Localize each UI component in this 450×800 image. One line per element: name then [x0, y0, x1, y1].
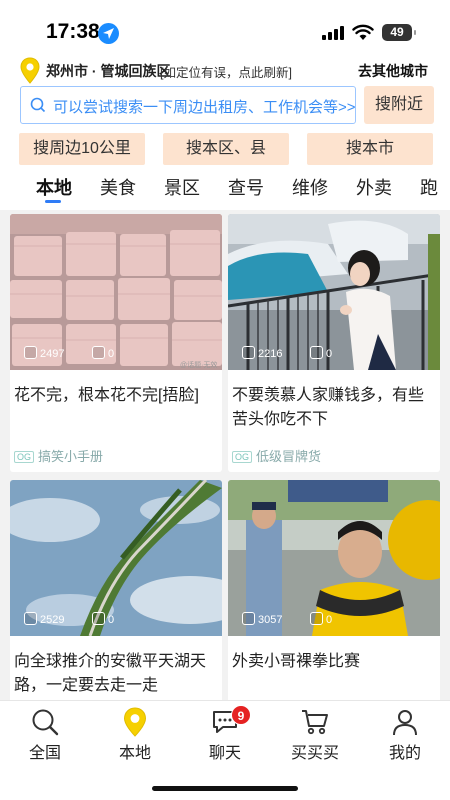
current-city[interactable]: 郑州市 · 管城回族区	[46, 61, 170, 81]
comment-count-value: 0	[326, 348, 333, 360]
search-district-button[interactable]: 搜本区、县	[163, 133, 289, 165]
hand-tap-icon	[24, 612, 37, 625]
tab-lookup[interactable]: 查号	[228, 174, 264, 200]
source-name: 低级冒牌货	[256, 449, 322, 464]
battery-icon: 49	[382, 24, 416, 41]
tab-errand[interactable]: 跑	[420, 174, 438, 200]
shopping-cart-icon	[275, 707, 355, 737]
view-count-value: 3057	[258, 614, 283, 626]
view-count: 2216	[242, 346, 282, 362]
card-source[interactable]: OG 搞笑小手册	[14, 446, 103, 465]
location-pin-icon	[20, 57, 40, 89]
tab-scenic[interactable]: 景区	[164, 174, 200, 200]
active-tab-indicator	[45, 200, 61, 203]
location-arrow-icon	[98, 23, 119, 44]
view-count-value: 2216	[258, 348, 283, 360]
content-feed[interactable]: @话题·无效 2497 0 花不完，根本花不完[捂脸] OG 搞笑小手册 221…	[0, 210, 450, 700]
card-source[interactable]: OG 低级冒牌货	[232, 446, 321, 465]
card-title[interactable]: 花不完，根本花不完[捂脸]	[14, 384, 218, 408]
search-input[interactable]: 可以尝试搜索一下周边出租房、工作机会等>>	[20, 86, 356, 124]
chat-bubble-icon	[185, 707, 265, 737]
source-tag: OG	[232, 451, 253, 463]
comment-count: 0	[92, 346, 114, 362]
comment-icon	[310, 346, 323, 359]
comment-count-value: 0	[326, 614, 333, 626]
search-10km-button[interactable]: 搜周边10公里	[19, 133, 145, 165]
view-count: 2497	[24, 346, 64, 362]
card-title[interactable]: 向全球推介的安徽平天湖天路，一定要去走一走	[14, 650, 218, 698]
comment-icon	[92, 612, 105, 625]
nav-label: 我的	[388, 745, 421, 762]
tab-food[interactable]: 美食	[100, 174, 136, 200]
image-watermark: @话题·无效	[180, 362, 218, 369]
nav-shop[interactable]: 买买买	[275, 707, 355, 763]
hand-tap-icon	[24, 346, 37, 359]
other-city-link[interactable]: 去其他城市	[358, 61, 428, 81]
status-time: 17:38	[46, 20, 100, 43]
unread-badge: 9	[231, 705, 251, 725]
location-bar[interactable]: 郑州市 · 管城回族区 [如定位有误，点此刷新] 去其他城市	[0, 56, 450, 86]
category-tabs: 本地 美食 景区 查号 维修 外卖 跑	[0, 172, 450, 210]
view-count: 3057	[242, 612, 282, 628]
search-placeholder: 可以尝试搜索一下周边出租房、工作机会等>>	[53, 99, 356, 116]
location-pin-icon	[95, 707, 175, 737]
nav-label: 本地	[118, 745, 151, 762]
search-city-button[interactable]: 搜本市	[307, 133, 433, 165]
status-bar: 17:38 49	[0, 0, 450, 54]
nav-nationwide[interactable]: 全国	[5, 707, 85, 763]
search-icon	[30, 97, 46, 118]
comment-count-value: 0	[108, 614, 115, 626]
user-profile-icon	[365, 707, 445, 737]
refresh-location-hint[interactable]: [如定位有误，点此刷新]	[160, 62, 292, 81]
source-tag: OG	[14, 451, 35, 463]
tab-local[interactable]: 本地	[36, 174, 72, 200]
nav-chat[interactable]: 9 聊天	[185, 705, 265, 763]
card-title[interactable]: 外卖小哥裸拳比赛	[232, 650, 436, 674]
cellular-signal-icon	[322, 26, 344, 40]
comment-count: 0	[92, 612, 114, 628]
view-count-value: 2497	[40, 348, 65, 360]
search-nearby-button[interactable]: 搜附近	[364, 86, 434, 124]
comment-icon	[92, 346, 105, 359]
comment-count: 0	[310, 346, 332, 362]
hand-tap-icon	[242, 346, 255, 359]
feed-card[interactable]: 2216 0 不要羡慕人家赚钱多，有些苦头你吃不下 OG 低级冒牌货	[228, 214, 440, 472]
view-count-value: 2529	[40, 614, 65, 626]
card-title[interactable]: 不要羡慕人家赚钱多，有些苦头你吃不下	[232, 384, 436, 432]
view-count: 2529	[24, 612, 64, 628]
feed-card[interactable]: 3057 0 外卖小哥裸拳比赛	[228, 480, 440, 700]
nav-profile[interactable]: 我的	[365, 707, 445, 763]
comment-icon	[310, 612, 323, 625]
home-indicator	[152, 786, 298, 791]
nav-label: 聊天	[208, 745, 241, 762]
nav-label: 全国	[28, 745, 61, 762]
tab-takeout[interactable]: 外卖	[356, 174, 392, 200]
nav-local[interactable]: 本地	[95, 707, 175, 763]
feed-card[interactable]: @话题·无效 2497 0 花不完，根本花不完[捂脸] OG 搞笑小手册	[10, 214, 222, 472]
bottom-nav: 全国 本地 9 聊天 买买买 我的	[0, 700, 450, 800]
comment-count-value: 0	[108, 348, 115, 360]
feed-card[interactable]: 2529 0 向全球推介的安徽平天湖天路，一定要去走一走	[10, 480, 222, 700]
nav-label: 买买买	[290, 745, 339, 762]
wifi-icon	[352, 24, 374, 46]
comment-count: 0	[310, 612, 332, 628]
search-globe-icon	[5, 707, 85, 737]
tab-repair[interactable]: 维修	[292, 174, 328, 200]
hand-tap-icon	[242, 612, 255, 625]
source-name: 搞笑小手册	[38, 449, 104, 464]
